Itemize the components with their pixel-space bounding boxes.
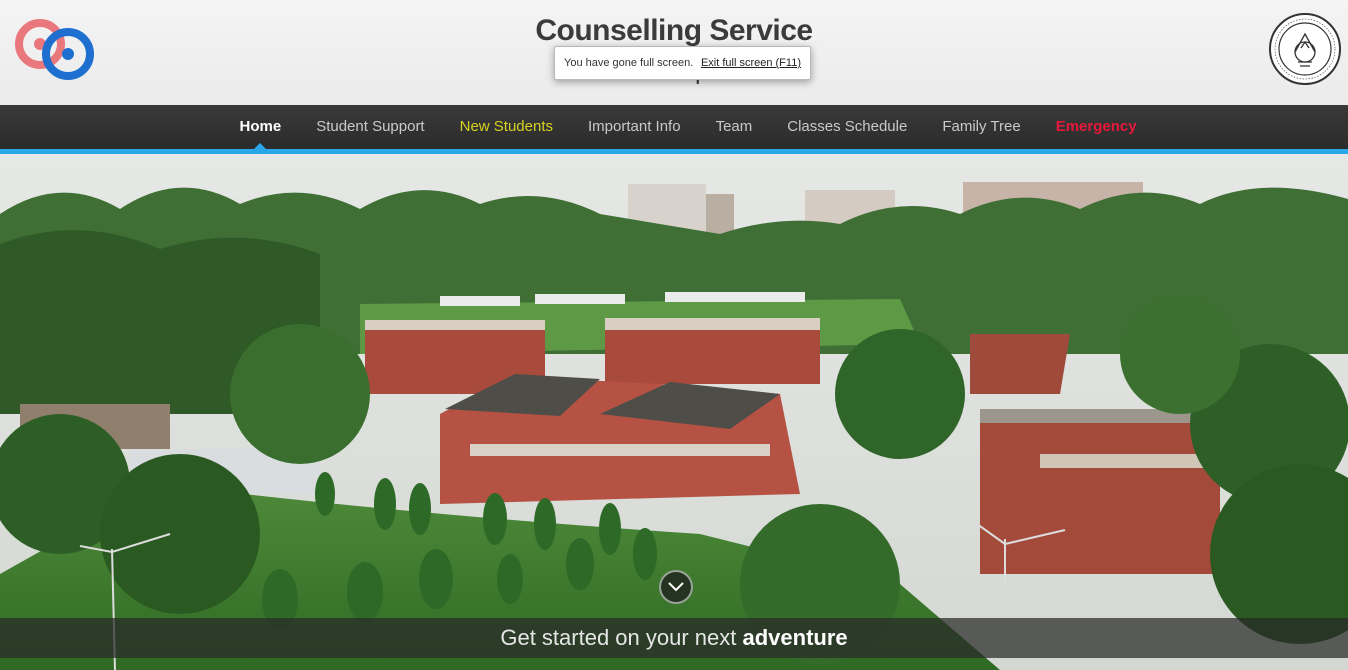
nav-item-home[interactable]: Home bbox=[222, 105, 299, 149]
nav-items: Home Student Support New Students Import… bbox=[222, 105, 1154, 149]
tagline-emphasis: adventure bbox=[742, 625, 848, 650]
fullscreen-message: You have gone full screen. bbox=[564, 57, 694, 69]
chevron-down-icon bbox=[668, 582, 684, 592]
nav-item-new-students[interactable]: New Students bbox=[442, 105, 570, 149]
nav-item-important-info[interactable]: Important Info bbox=[571, 105, 699, 149]
exit-fullscreen-link[interactable]: Exit full screen (F11) bbox=[701, 57, 801, 69]
nav-item-student-support[interactable]: Student Support bbox=[299, 105, 442, 149]
site-title: Counselling Service bbox=[535, 14, 813, 47]
fullscreen-notice: You have gone full screen. Exit full scr… bbox=[554, 46, 811, 80]
nav-item-family-tree[interactable]: Family Tree bbox=[925, 105, 1038, 149]
scroll-down-button[interactable] bbox=[659, 570, 693, 604]
nav-item-classes-schedule[interactable]: Classes Schedule bbox=[770, 105, 925, 149]
main-nav: Home Student Support New Students Import… bbox=[0, 105, 1348, 149]
hero-tagline: Get started on your next adventure bbox=[0, 618, 1348, 658]
tagline-text: Get started on your next bbox=[500, 625, 743, 650]
nav-item-emergency[interactable]: Emergency bbox=[1038, 105, 1154, 149]
institute-seal-icon bbox=[1269, 13, 1341, 85]
nav-item-team[interactable]: Team bbox=[698, 105, 770, 149]
